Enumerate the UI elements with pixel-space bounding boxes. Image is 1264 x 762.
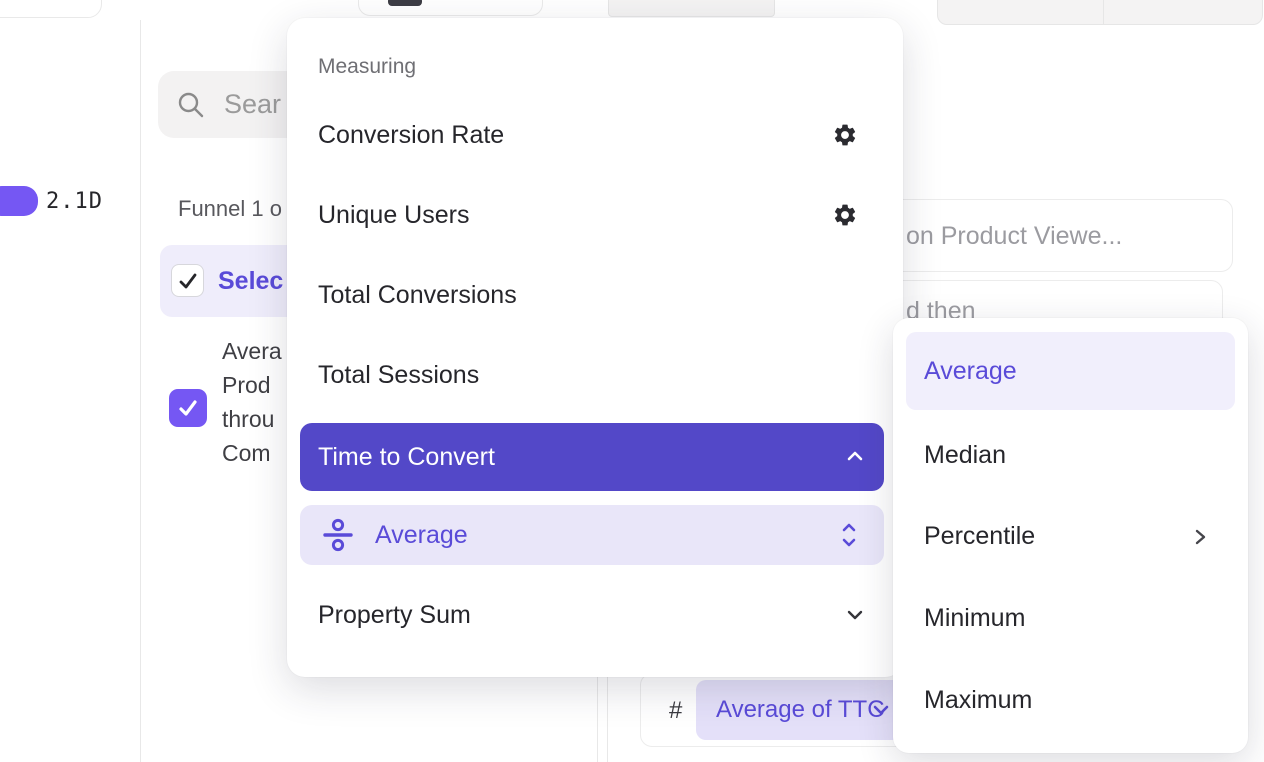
aggregation-menu: Average Median Percentile Minimum Maximu… <box>893 318 1248 753</box>
chevron-down-icon <box>845 607 865 623</box>
metric-description-line: Com <box>222 436 286 470</box>
search-bar[interactable] <box>158 71 308 138</box>
menu-subitem-label: Average <box>375 505 468 565</box>
gear-icon[interactable] <box>832 122 858 148</box>
funnel-step-badge[interactable] <box>0 186 38 216</box>
menu-item-conversion-rate[interactable]: Conversion Rate <box>287 112 903 158</box>
checkmark-icon <box>177 270 199 292</box>
menu-item-label: Unique Users <box>318 192 469 238</box>
chevron-down-icon <box>872 702 890 718</box>
menu-item-unique-users[interactable]: Unique Users <box>287 192 903 238</box>
select-all-row[interactable]: Selec <box>160 245 302 317</box>
sort-updown-icon <box>840 521 858 549</box>
menu-item-label: Property Sum <box>318 592 471 638</box>
chevron-right-icon <box>1193 528 1207 546</box>
divide-icon <box>321 518 355 552</box>
agg-item-average[interactable]: Average <box>906 332 1235 410</box>
event-selector-text: on Product Viewe... <box>906 200 1122 273</box>
metric-checkbox[interactable] <box>169 389 207 427</box>
chevron-up-icon <box>845 450 865 464</box>
center-panel-divider-2 <box>607 674 608 762</box>
top-right-button-fragment[interactable] <box>937 0 1104 25</box>
top-toolbar-handle <box>388 0 422 6</box>
agg-item-label: Maximum <box>924 677 1032 723</box>
magnifier-icon <box>176 90 206 120</box>
metric-description-line: throu <box>222 402 286 436</box>
checkmark-icon <box>176 396 200 420</box>
metric-description-line: Prod <box>222 368 286 402</box>
menu-item-label: Time to Convert <box>318 423 495 491</box>
agg-item-median[interactable]: Median <box>893 432 1248 478</box>
measuring-menu: Measuring Conversion Rate Unique Users T… <box>287 18 903 677</box>
agg-item-percentile[interactable]: Percentile <box>893 513 1248 559</box>
agg-item-label: Median <box>924 432 1006 478</box>
top-right-button-fragment-2[interactable] <box>1103 0 1263 25</box>
app-canvas: 2.1D Funnel 1 o Selec Avera Prod throu C… <box>0 0 1264 762</box>
agg-item-maximum[interactable]: Maximum <box>893 677 1248 723</box>
funnel-step-label: 2.1D <box>46 189 103 214</box>
menu-item-total-conversions[interactable]: Total Conversions <box>287 272 903 318</box>
menu-item-label: Conversion Rate <box>318 112 504 158</box>
metric-description-line: Avera <box>222 334 286 368</box>
menu-subitem-average[interactable]: Average <box>300 505 884 565</box>
menu-item-total-sessions[interactable]: Total Sessions <box>287 352 903 398</box>
left-panel-divider <box>140 20 141 762</box>
metric-dropdown-label: Average of TTC <box>716 680 885 740</box>
funnel-header-label: Funnel 1 o <box>178 196 282 222</box>
agg-item-minimum[interactable]: Minimum <box>893 595 1248 641</box>
top-toolbar-fragment <box>358 0 543 16</box>
menu-item-label: Total Sessions <box>318 352 479 398</box>
agg-item-label: Minimum <box>924 595 1025 641</box>
menu-item-label: Total Conversions <box>318 272 517 318</box>
measuring-menu-title: Measuring <box>318 55 416 79</box>
agg-item-label: Percentile <box>924 513 1035 559</box>
select-all-checkbox[interactable] <box>171 264 204 297</box>
metric-hash-prefix: # <box>669 674 682 748</box>
top-left-card-fragment <box>0 0 102 18</box>
menu-item-property-sum[interactable]: Property Sum <box>287 592 903 638</box>
metric-description: Avera Prod throu Com <box>222 334 286 470</box>
gear-icon[interactable] <box>832 202 858 228</box>
center-panel-divider <box>597 674 598 762</box>
top-button-fragment[interactable] <box>608 0 775 17</box>
menu-item-time-to-convert[interactable]: Time to Convert <box>300 423 884 491</box>
select-all-label: Selec <box>218 245 283 317</box>
agg-item-label: Average <box>924 332 1017 410</box>
